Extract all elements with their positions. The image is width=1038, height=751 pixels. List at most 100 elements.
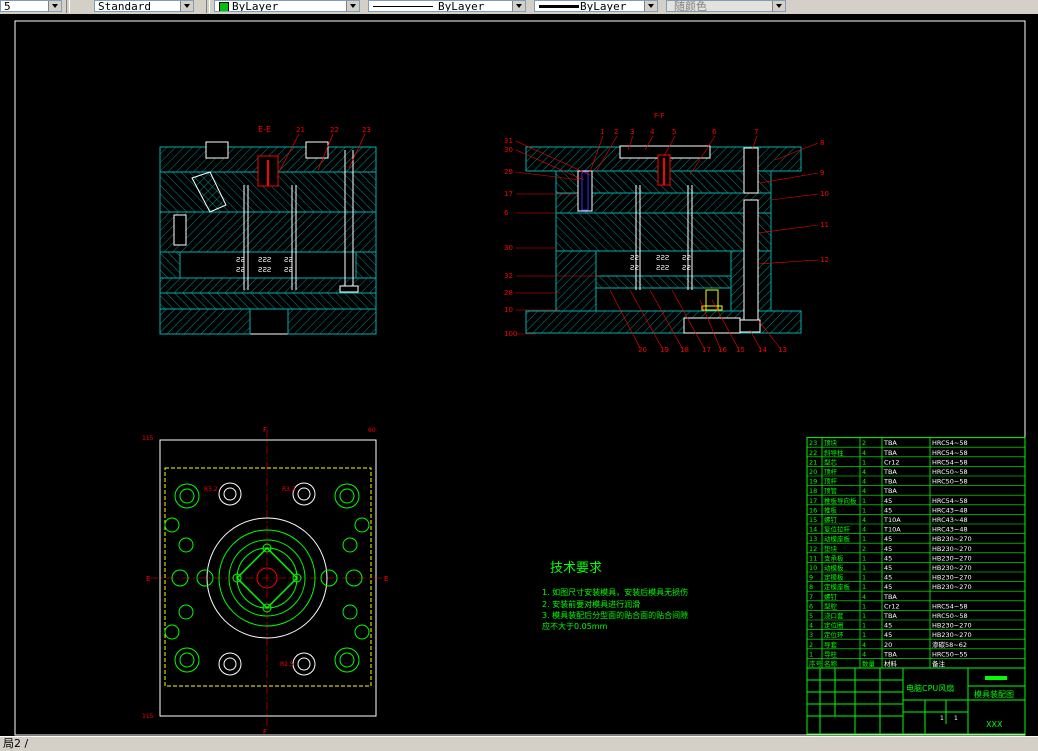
bom-cell: 20: [809, 468, 817, 476]
bom-cell: 1: [862, 583, 866, 591]
title-product: 电脑CPU风扇: [906, 683, 954, 693]
bom-cell: 45: [884, 622, 892, 630]
title-company: XXX: [986, 720, 1003, 729]
bom-cell: 动模板: [824, 563, 844, 572]
linetype-combo[interactable]: ByLayer: [368, 0, 526, 12]
callout-100: 100: [504, 330, 517, 338]
bom-cell: HB230~270: [932, 574, 972, 582]
bom-cell: 45: [884, 506, 892, 514]
model-space-canvas[interactable]: ƧƧ ƧƧ ƧƧƧ ƧƧƧ ƧƧ ƧƧ E-E 21 22 23 ƧƧ ƧƧ Ƨ…: [0, 14, 1038, 736]
bom-cell: 13: [809, 535, 817, 543]
chevron-down-icon[interactable]: [346, 1, 359, 11]
callout-11: 11: [820, 221, 829, 229]
callout-21: 21: [296, 126, 305, 134]
bom-cell: 定模板: [824, 573, 844, 582]
bom-cell: 型芯: [824, 457, 838, 466]
bom-cell: 4: [862, 650, 866, 658]
chevron-down-icon[interactable]: [48, 1, 61, 11]
bom-cell: 4: [862, 449, 866, 457]
callout-8: 8: [820, 139, 824, 147]
callout-30b: 30: [504, 244, 513, 252]
textstyle-combo[interactable]: Standard: [94, 0, 194, 12]
bom-cell: 45: [884, 564, 892, 572]
bom-cell: 23: [809, 439, 817, 447]
bom-cell: HRC54~58: [932, 458, 968, 466]
bom-cell: HB230~270: [932, 631, 972, 639]
callout-30a: 30: [504, 146, 513, 154]
bom-cell: 45: [884, 631, 892, 639]
bom-cell: 导柱: [824, 649, 838, 658]
plan-label-F-bottom: F: [263, 728, 267, 736]
color-combo[interactable]: ByLayer: [214, 0, 360, 12]
bom-cell: 螺钉: [824, 515, 838, 524]
layout-tab[interactable]: 局2 /: [0, 737, 31, 750]
bom-cell: 4: [862, 526, 866, 534]
bom-cell: 8: [809, 583, 813, 591]
bom-cell: 22: [809, 449, 817, 457]
bom-cell: 4: [809, 622, 813, 630]
plan-label-left: 115: [142, 435, 154, 442]
bom-cell: HRC54~58: [932, 449, 968, 457]
linetype-sample-icon: [373, 6, 433, 7]
bom-cell: 型腔: [824, 601, 838, 610]
callout-5: 5: [672, 128, 676, 136]
svg-text:ƧƧ: ƧƧ: [284, 266, 293, 274]
svg-text:ƧƧ: ƧƧ: [682, 264, 691, 272]
title-sheet-b: 1: [954, 715, 958, 722]
section-label-left: E-E: [258, 125, 271, 134]
bom-cell: 定位环: [824, 630, 844, 639]
callout-10b: 10: [504, 306, 513, 314]
bom-cell: HRC54~58: [932, 602, 968, 610]
bom-cell: 顶管: [824, 486, 838, 495]
bom-cell: TBA: [883, 478, 897, 486]
bom-cell: 14: [809, 526, 817, 534]
textstyle-value: Standard: [98, 0, 151, 12]
bom-cell: 6: [809, 602, 813, 610]
bom-cell: 推板导向板: [824, 496, 857, 505]
svg-text:ƧƧƧ: ƧƧƧ: [656, 254, 669, 262]
bom-cell: HRC54~58: [932, 439, 968, 447]
bom-cell: 4: [862, 641, 866, 649]
bom-header-cell: 备注: [932, 659, 946, 668]
bom-cell: HB230~270: [932, 622, 972, 630]
dimstyle-combo[interactable]: 5: [0, 0, 62, 12]
plan-dim-2: R3.2: [282, 486, 296, 493]
bom-cell: TBA: [883, 439, 897, 447]
bom-cell: 1: [862, 602, 866, 610]
plotstyle-value: 随颜色: [674, 0, 707, 12]
bom-header-cell: 序号: [809, 659, 823, 668]
bom-cell: 21: [809, 458, 817, 466]
svg-text:ƧƧƧ: ƧƧƧ: [258, 256, 271, 264]
lineweight-combo[interactable]: ByLayer: [534, 0, 658, 12]
bom-cell: 2: [862, 439, 866, 447]
bom-cell: 7: [809, 593, 813, 601]
tech-note-4: 应不大于0.05mm: [542, 621, 608, 631]
bom-cell: HB230~270: [932, 535, 972, 543]
bom-cell: 1: [862, 458, 866, 466]
bom-cell: 19: [809, 478, 817, 486]
bom-cell: 16: [809, 506, 817, 514]
callout-12: 12: [820, 256, 829, 264]
tech-note-3: 3. 模具装配后分型面的贴合面的贴合间隙: [542, 610, 688, 620]
chevron-down-icon[interactable]: [512, 1, 525, 11]
bom-cell: 2: [809, 641, 813, 649]
bom-cell: 1: [862, 631, 866, 639]
chevron-down-icon[interactable]: [180, 1, 193, 11]
plan-label-right: 60: [368, 427, 376, 434]
bom-cell: HRC43~48: [932, 516, 968, 524]
bom-cell: 导套: [824, 640, 838, 649]
bom-cell: TBA: [883, 487, 897, 495]
bom-cell: 1: [862, 535, 866, 543]
bom-cell: HRC43~48: [932, 506, 968, 514]
callout-22: 22: [330, 126, 339, 134]
bom-cell: 1: [862, 506, 866, 514]
bom-cell: TBA: [883, 593, 897, 601]
bom-cell: 1: [862, 497, 866, 505]
chevron-down-icon[interactable]: [644, 1, 657, 11]
bom-cell: 推板: [824, 505, 838, 514]
title-drawing: 模具装配图: [974, 689, 1014, 699]
bom-cell: 20: [884, 641, 892, 649]
callout-28: 28: [504, 289, 513, 297]
plan-label-bottom: 115: [142, 713, 154, 720]
bom-cell: 3: [809, 631, 813, 639]
